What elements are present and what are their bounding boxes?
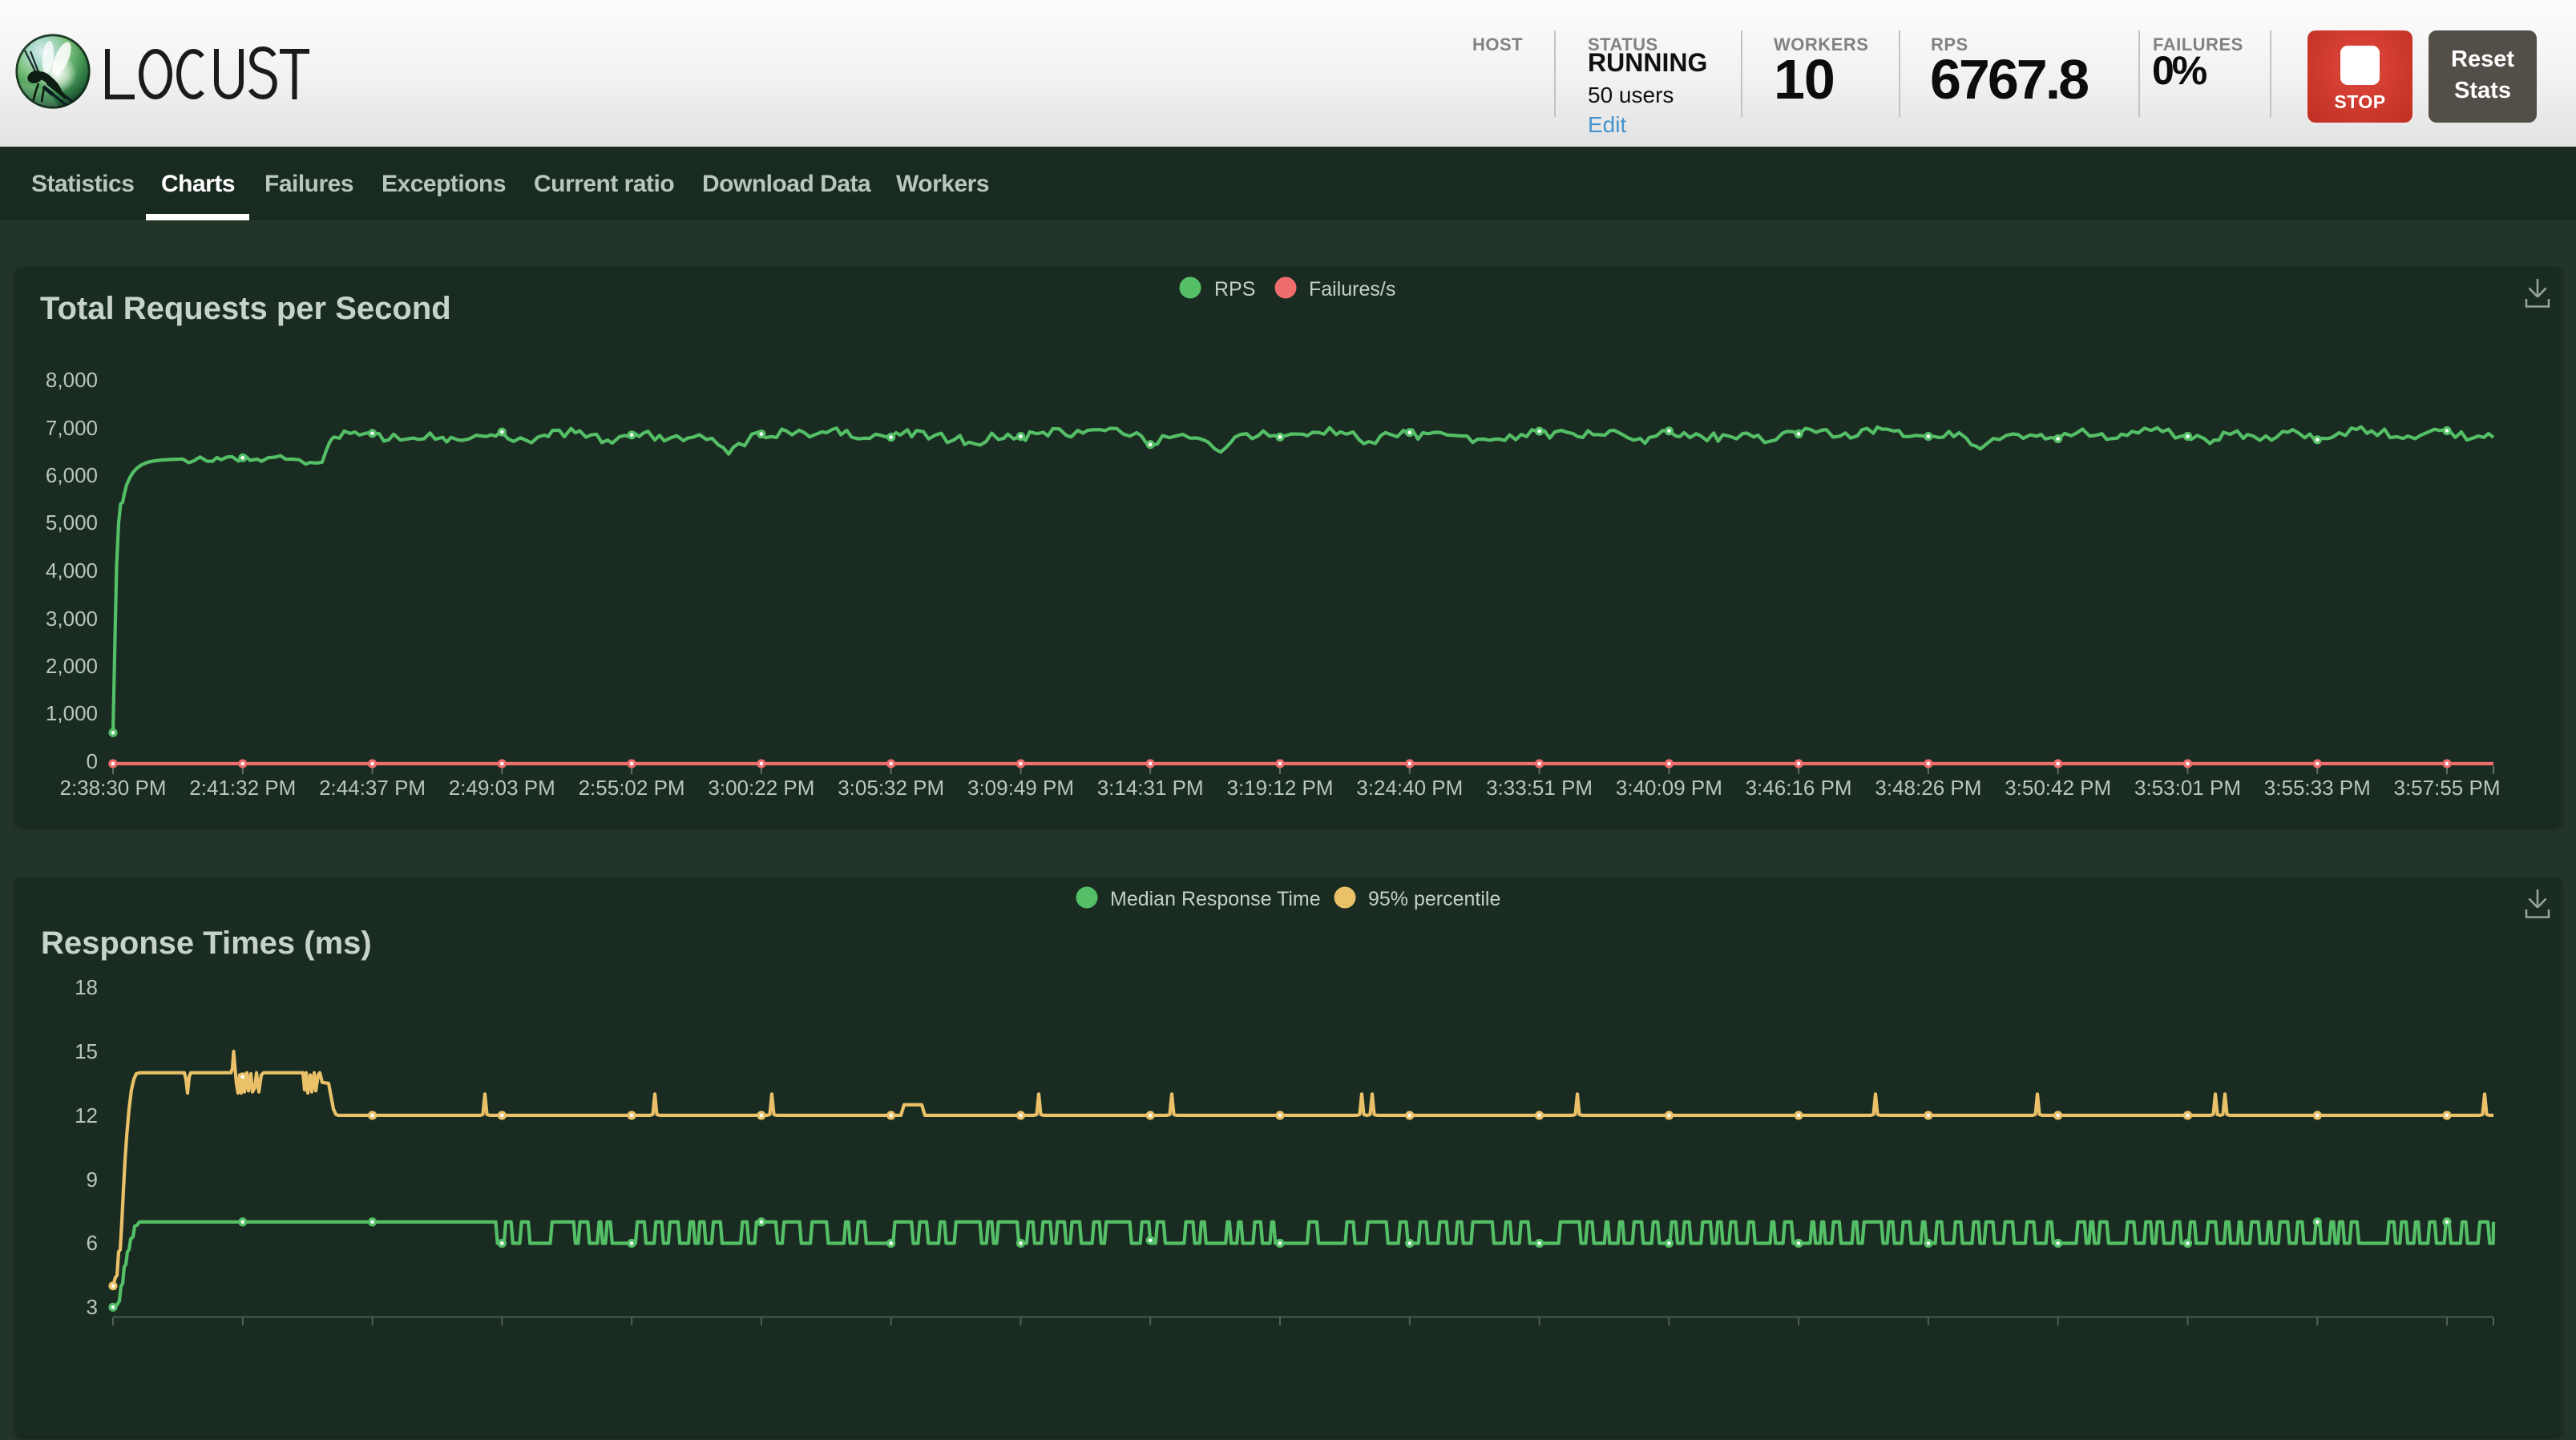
svg-text:2:44:37 PM: 2:44:37 PM <box>319 776 426 800</box>
svg-text:7,000: 7,000 <box>46 416 98 440</box>
svg-text:3:50:42 PM: 3:50:42 PM <box>2005 776 2111 800</box>
svg-text:3:19:12 PM: 3:19:12 PM <box>1227 776 1334 800</box>
svg-text:2:55:02 PM: 2:55:02 PM <box>579 776 685 800</box>
svg-text:9: 9 <box>87 1168 98 1192</box>
svg-text:3:05:32 PM: 3:05:32 PM <box>838 776 944 800</box>
svg-text:Response Times (ms): Response Times (ms) <box>41 926 372 961</box>
svg-text:2,000: 2,000 <box>46 654 98 678</box>
svg-text:3,000: 3,000 <box>46 607 98 631</box>
svg-text:RPS: RPS <box>1214 278 1255 301</box>
svg-text:3:55:33 PM: 3:55:33 PM <box>2264 776 2371 800</box>
svg-text:6: 6 <box>87 1231 98 1255</box>
svg-text:2:41:32 PM: 2:41:32 PM <box>189 776 296 800</box>
svg-text:3:00:22 PM: 3:00:22 PM <box>708 776 814 800</box>
svg-text:2:49:03 PM: 2:49:03 PM <box>449 776 555 800</box>
svg-text:3:14:31 PM: 3:14:31 PM <box>1097 776 1204 800</box>
svg-text:0: 0 <box>87 749 98 773</box>
svg-text:5,000: 5,000 <box>46 510 98 534</box>
svg-text:Total Requests per Second: Total Requests per Second <box>40 291 451 326</box>
svg-text:18: 18 <box>75 975 98 999</box>
svg-text:6,000: 6,000 <box>46 463 98 487</box>
svg-text:3: 3 <box>87 1295 98 1319</box>
svg-text:2:38:30 PM: 2:38:30 PM <box>60 776 167 800</box>
svg-text:Median Response Time: Median Response Time <box>1110 888 1321 910</box>
svg-text:4,000: 4,000 <box>46 559 98 583</box>
svg-text:3:46:16 PM: 3:46:16 PM <box>1746 776 1852 800</box>
svg-text:3:53:01 PM: 3:53:01 PM <box>2134 776 2241 800</box>
svg-text:3:24:40 PM: 3:24:40 PM <box>1356 776 1463 800</box>
svg-text:12: 12 <box>75 1103 98 1127</box>
svg-text:1,000: 1,000 <box>46 701 98 725</box>
svg-text:Failures/s: Failures/s <box>1309 278 1395 301</box>
svg-text:95% percentile: 95% percentile <box>1368 888 1500 910</box>
svg-text:3:33:51 PM: 3:33:51 PM <box>1486 776 1593 800</box>
svg-text:3:48:26 PM: 3:48:26 PM <box>1875 776 1981 800</box>
svg-text:3:57:55 PM: 3:57:55 PM <box>2394 776 2501 800</box>
svg-text:8,000: 8,000 <box>46 368 98 392</box>
svg-text:15: 15 <box>75 1039 98 1063</box>
svg-text:3:09:49 PM: 3:09:49 PM <box>967 776 1074 800</box>
svg-text:3:40:09 PM: 3:40:09 PM <box>1616 776 1722 800</box>
